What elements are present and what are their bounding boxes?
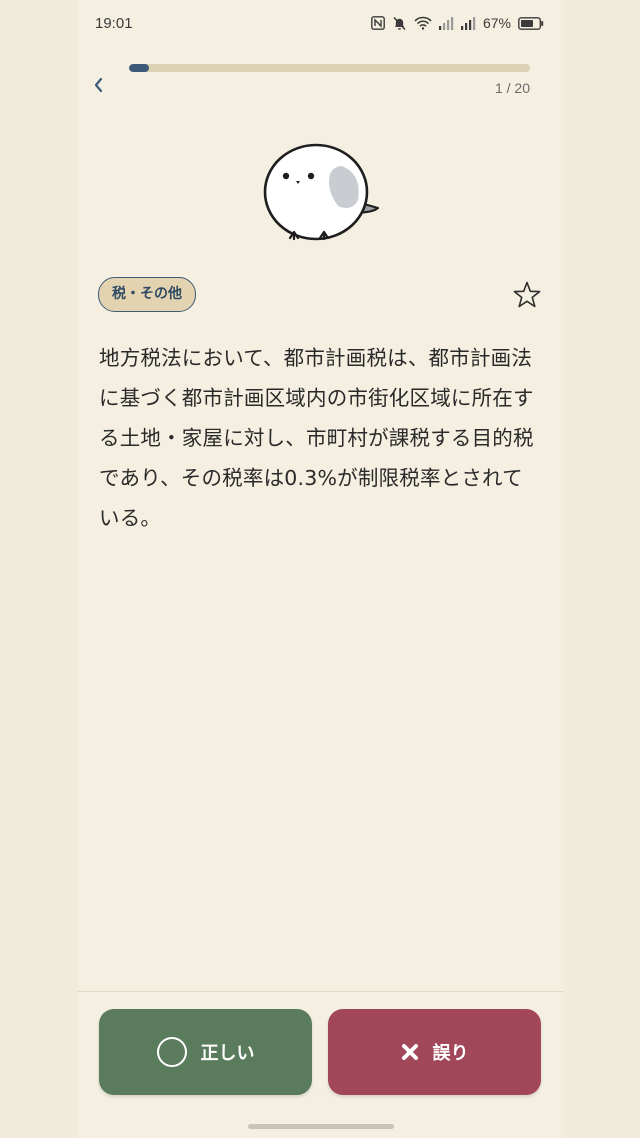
star-icon[interactable] xyxy=(512,280,542,310)
back-button[interactable] xyxy=(88,70,110,100)
status-icons: 67% xyxy=(371,15,544,31)
nfc-icon xyxy=(371,16,385,30)
wifi-icon xyxy=(414,16,432,30)
progress-bar xyxy=(129,64,530,72)
true-button[interactable]: 正しい xyxy=(99,1009,312,1095)
status-bar: 19:01 67% xyxy=(78,0,564,48)
circle-icon xyxy=(156,1037,187,1067)
signal-1-icon xyxy=(438,16,454,30)
quiz-screen: 19:01 67% 1 / 20 税・その他 地方税法において、都市計画税は、都… xyxy=(78,0,564,1138)
chevron-left-icon xyxy=(94,77,103,93)
mute-bell-icon xyxy=(393,16,406,30)
x-icon xyxy=(401,1044,418,1060)
bottom-divider xyxy=(78,991,564,992)
battery-icon xyxy=(518,16,544,30)
false-button-label: 誤り xyxy=(432,1043,469,1064)
progress-bar-fill xyxy=(129,64,150,72)
category-tag: 税・その他 xyxy=(98,277,196,312)
battery-percentage: 67% xyxy=(482,15,511,31)
status-time: 19:01 xyxy=(95,15,133,32)
progress-counter: 1 / 20 xyxy=(494,80,530,96)
signal-2-icon xyxy=(460,16,476,30)
question-text: 地方税法において、都市計画税は、都市計画法に基づく都市計画区域内の市街化区域に所… xyxy=(99,346,534,530)
true-button-label: 正しい xyxy=(200,1043,255,1064)
bird-mascot-illustration xyxy=(263,143,380,241)
home-indicator[interactable] xyxy=(248,1124,394,1129)
false-button[interactable]: 誤り xyxy=(328,1009,541,1095)
